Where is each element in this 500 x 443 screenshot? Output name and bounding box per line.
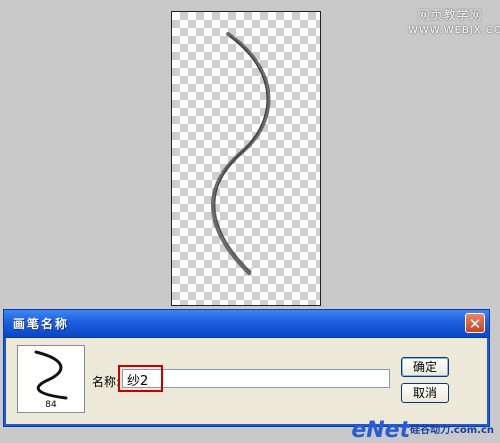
ok-button[interactable]: 确定 — [401, 357, 449, 377]
name-label: 名称: — [92, 375, 121, 389]
dialog-title: 画笔名称 — [13, 317, 70, 331]
watermark-sub: 硅谷动力.com.cn — [410, 425, 494, 436]
brush-name-dialog: 画笔名称 ✕ 84 名称: 纱2 确定 取消 — [3, 309, 490, 427]
watermark-bottom: eNet硅谷动力.com.cn — [351, 419, 494, 443]
brush-preview: 84 — [17, 345, 85, 413]
cancel-button[interactable]: 取消 — [401, 383, 449, 403]
watermark-top-line2: WWW.WEBJX.COM — [408, 25, 500, 36]
watermark-brand: eNet — [351, 418, 411, 443]
dialog-titlebar[interactable]: 画笔名称 ✕ — [4, 310, 489, 338]
brush-size-label: 84 — [45, 400, 57, 410]
brush-preview-icon — [34, 350, 68, 400]
highlight-annotation — [118, 365, 163, 392]
close-button[interactable]: ✕ — [465, 313, 485, 333]
watermark-top: 网页教学网 WWW.WEBJX.COM — [408, 8, 500, 38]
document-canvas[interactable] — [171, 11, 321, 306]
watermark-top-line1: 网页教学网 — [417, 8, 483, 22]
brush-stroke-drawing — [211, 32, 271, 276]
close-icon: ✕ — [468, 315, 482, 333]
